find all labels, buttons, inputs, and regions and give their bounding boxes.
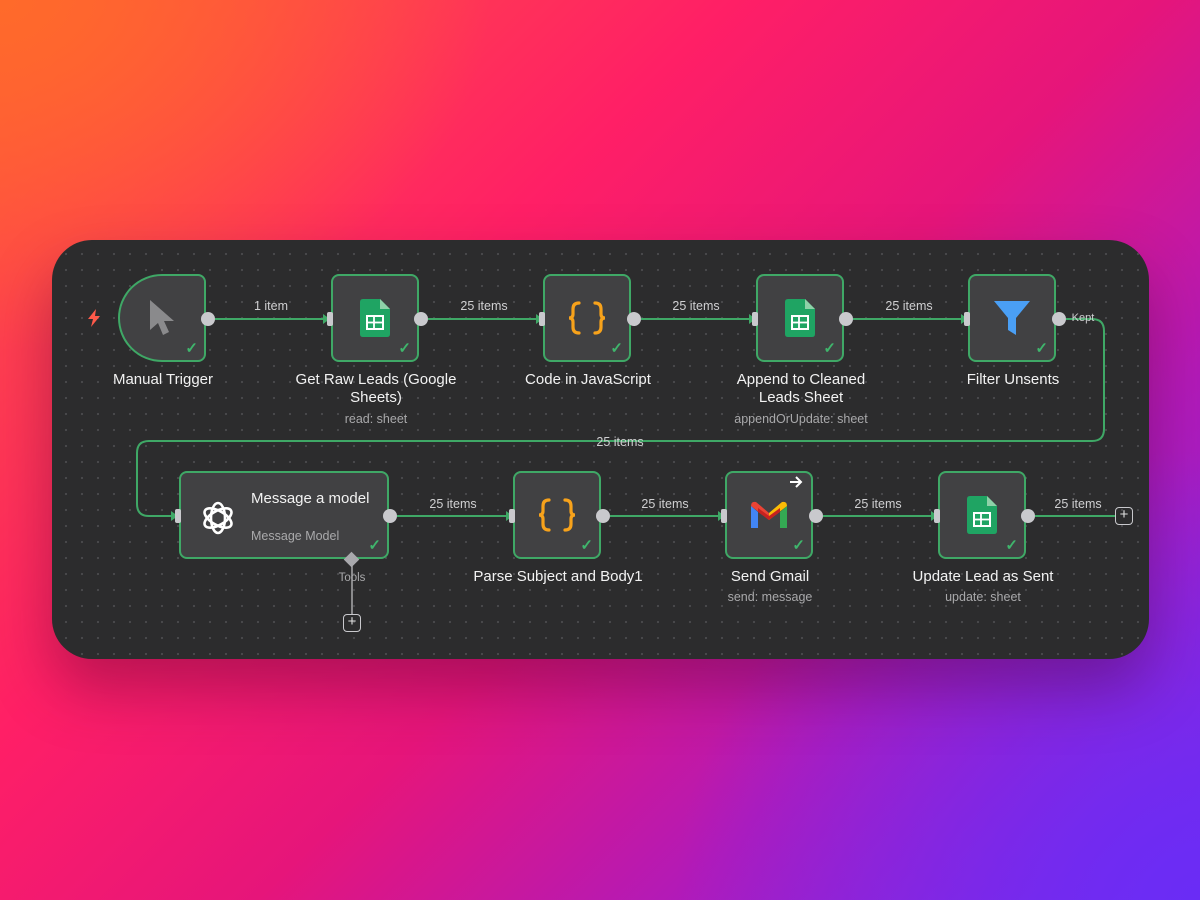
input-handle[interactable]	[327, 312, 333, 326]
input-handle[interactable]	[539, 312, 545, 326]
input-handle[interactable]	[175, 509, 181, 523]
success-check-icon: ✓	[580, 537, 593, 554]
node-title: Filter Unsents	[966, 371, 1060, 388]
node-get-raw-leads[interactable]: ✓	[331, 274, 419, 362]
edge-item-count: 25 items	[460, 299, 508, 313]
output-handle[interactable]	[383, 509, 397, 523]
node-send-gmail[interactable]: ✓	[725, 471, 813, 559]
success-check-icon: ✓	[823, 340, 836, 357]
output-handle[interactable]	[596, 509, 610, 523]
node-update-lead-sent[interactable]: ✓	[938, 471, 1026, 559]
output-handle-kept[interactable]	[1052, 312, 1066, 326]
input-handle[interactable]	[964, 312, 970, 326]
code-braces-icon	[538, 498, 576, 532]
gmail-icon	[751, 501, 787, 528]
node-parse-subject-body[interactable]: ✓	[513, 471, 601, 559]
success-check-icon: ✓	[610, 340, 623, 357]
lightning-icon	[87, 309, 101, 332]
node-title: Get Raw Leads (Google Sheets)	[295, 371, 457, 406]
node-title: Parse Subject and Body1	[473, 568, 643, 585]
cursor-icon	[150, 300, 174, 335]
input-handle[interactable]	[509, 509, 515, 523]
arrow-right-icon	[789, 476, 803, 492]
edge-item-count: 25 items	[641, 497, 689, 511]
edge-item-count: 25 items	[596, 435, 644, 449]
node-subtitle: appendOrUpdate: sheet	[734, 412, 868, 426]
node-append-cleaned-leads[interactable]: ✓	[756, 274, 844, 362]
node-subtitle: Message Model	[251, 529, 340, 543]
output-handle[interactable]	[839, 312, 853, 326]
output-handle[interactable]	[1021, 509, 1035, 523]
node-subtitle: update: sheet	[945, 590, 1021, 604]
output-handle[interactable]	[201, 312, 215, 326]
node-message-model[interactable]: Message a model Message Model ✓	[179, 471, 389, 559]
success-check-icon: ✓	[1005, 537, 1018, 554]
code-braces-icon	[568, 301, 606, 335]
node-title: Send Gmail	[730, 568, 810, 585]
edge-item-count: 25 items	[429, 497, 477, 511]
google-sheets-icon	[967, 496, 997, 534]
node-manual-trigger[interactable]: ✓	[118, 274, 206, 362]
node-subtitle: send: message	[727, 590, 813, 604]
node-title: Code in JavaScript	[525, 371, 651, 388]
edge-item-count: 25 items	[672, 299, 720, 313]
node-title: Update Lead as Sent	[912, 568, 1054, 585]
node-code-javascript[interactable]: ✓	[543, 274, 631, 362]
edge-item-count: 25 items	[854, 497, 902, 511]
success-check-icon: ✓	[368, 537, 381, 554]
add-node-button[interactable]: +	[1115, 507, 1133, 525]
success-check-icon: ✓	[398, 340, 411, 357]
edge-item-count: 25 items	[885, 299, 933, 313]
edge-item-count: 25 items	[1054, 497, 1102, 511]
google-sheets-icon	[785, 299, 815, 337]
input-handle[interactable]	[752, 312, 758, 326]
edge-item-count: 1 item	[253, 299, 289, 313]
success-check-icon: ✓	[1035, 340, 1048, 357]
input-handle[interactable]	[934, 509, 940, 523]
node-subtitle: read: sheet	[344, 412, 408, 426]
output-handle[interactable]	[414, 312, 428, 326]
output-handle[interactable]	[809, 509, 823, 523]
node-title: Manual Trigger	[112, 371, 214, 388]
filter-funnel-icon	[994, 301, 1030, 335]
add-tool-button[interactable]: +	[343, 614, 361, 632]
node-title: Message a model	[251, 490, 370, 507]
openai-icon	[203, 501, 233, 535]
success-check-icon: ✓	[185, 340, 198, 357]
node-title: Append to Cleaned Leads Sheet	[736, 371, 866, 406]
input-handle[interactable]	[721, 509, 727, 523]
google-sheets-icon	[360, 299, 390, 337]
tools-label: Tools	[338, 572, 366, 584]
success-check-icon: ✓	[792, 537, 805, 554]
branch-label-kept: Kept	[1071, 312, 1095, 324]
output-handle[interactable]	[627, 312, 641, 326]
node-filter-unsents[interactable]: ✓	[968, 274, 1056, 362]
